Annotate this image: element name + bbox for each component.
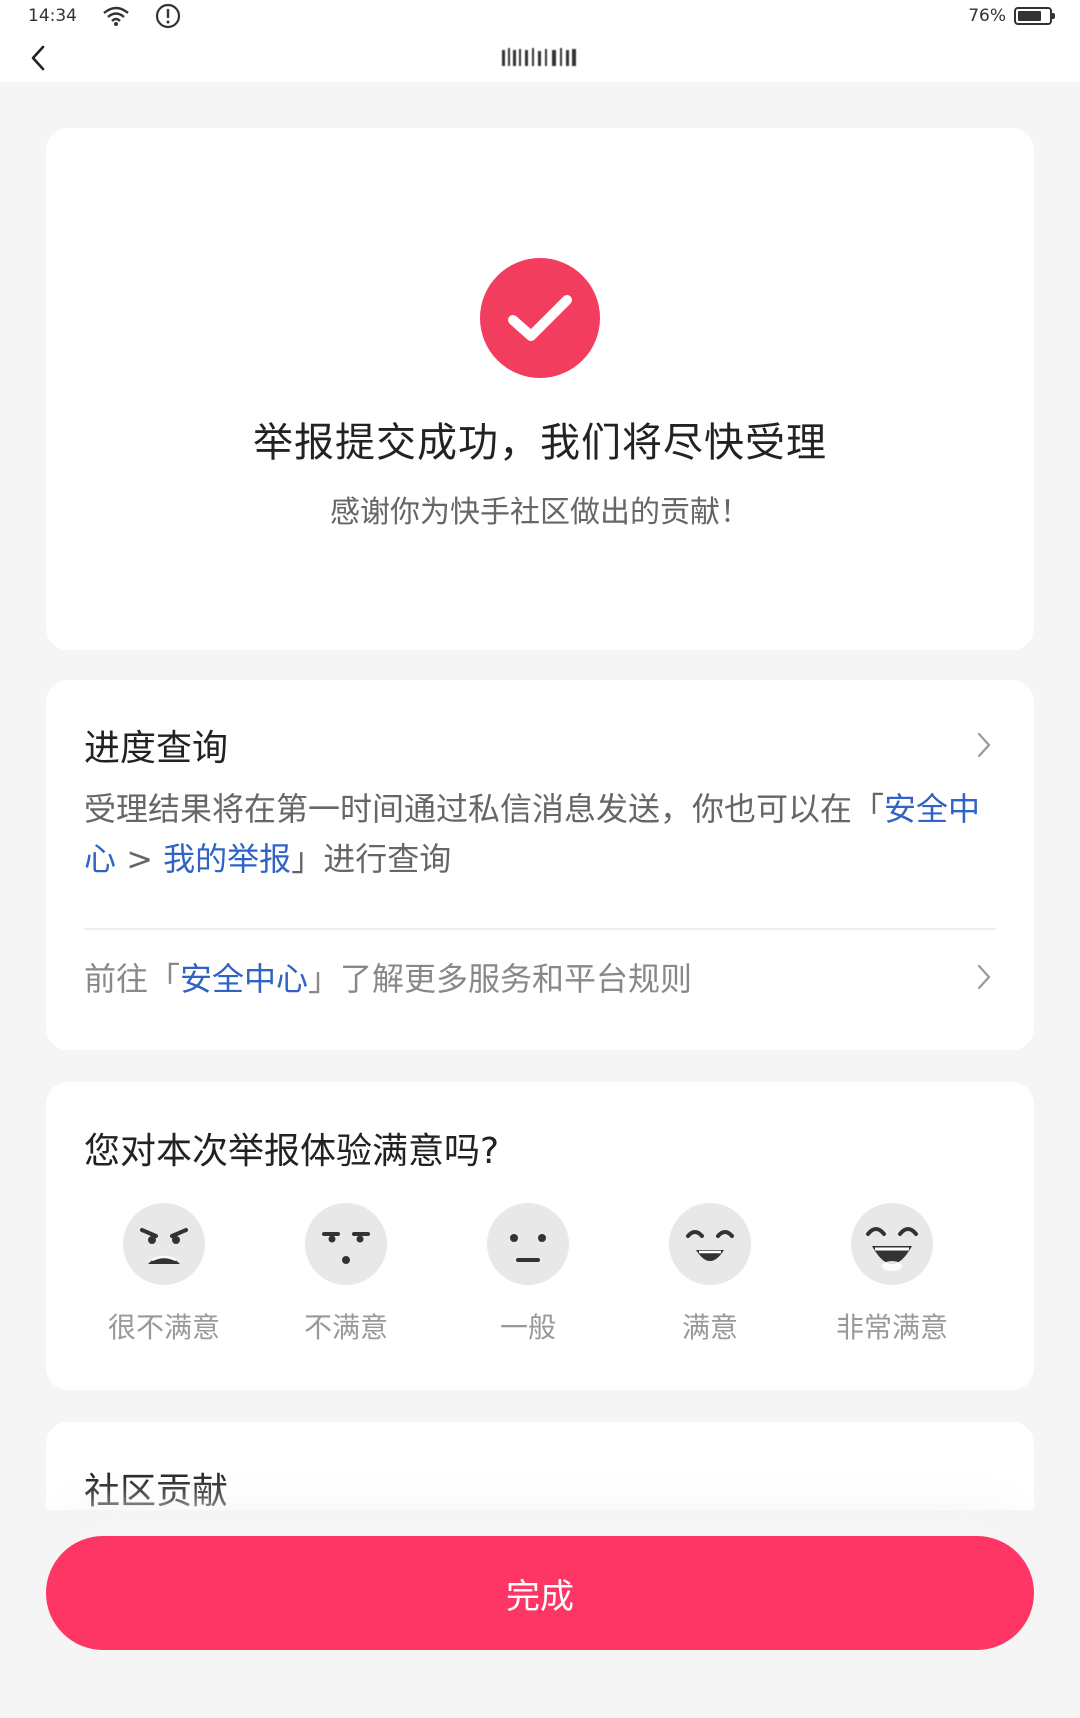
community-title: 社区贡献: [84, 1471, 229, 1512]
very-dissatisfied-face-icon: [123, 1203, 205, 1285]
rating-very-satisfied[interactable]: 非常满意: [812, 1202, 972, 1346]
chevron-right-icon: [972, 957, 996, 997]
rating-label: 一般: [499, 1311, 556, 1344]
my-reports-link[interactable]: 我的举报: [163, 840, 291, 878]
progress-query-row[interactable]: 进度查询: [84, 720, 996, 770]
chevron-right-icon: [972, 725, 996, 765]
satisfaction-title: 您对本次举报体验满意吗?: [84, 1131, 500, 1172]
done-button[interactable]: 完成: [46, 1536, 1034, 1650]
progress-card: 进度查询 受理结果将在第一时间通过私信消息发送，你也可以在「安全中心 > 我的举…: [46, 680, 1034, 1050]
chevron-left-icon: [31, 45, 45, 71]
alert-icon: [155, 3, 181, 29]
check-circle-icon: [480, 258, 600, 378]
goto-security-center-link[interactable]: 安全中心: [180, 954, 308, 1000]
divider: [84, 928, 996, 930]
rating-label: 不满意: [303, 1311, 388, 1344]
dissatisfied-face-icon: [305, 1203, 387, 1285]
satisfaction-options: 很不满意 不满意 一般 满意 非常满意: [84, 1202, 996, 1362]
rating-label: 非常满意: [835, 1311, 948, 1344]
battery-fill: [1018, 11, 1041, 21]
success-subtitle: 感谢你为快手社区做出的贡献！: [330, 495, 750, 530]
success-title: 举报提交成功，我们将尽快受理: [253, 420, 827, 466]
status-time: 14:34: [28, 6, 77, 26]
satisfied-face-icon: [669, 1203, 751, 1285]
goto-prefix: 前往「: [84, 960, 181, 998]
status-bar: 14:34 76%: [0, 0, 1080, 32]
progress-desc-sep: >: [116, 840, 164, 878]
nav-title-blurred: [502, 48, 576, 66]
rating-label: 满意: [681, 1311, 738, 1344]
nav-bar: [0, 32, 1080, 82]
progress-desc-text-end: 」进行查询: [291, 840, 452, 878]
neutral-face-icon: [487, 1203, 569, 1285]
battery-icon: [1014, 7, 1055, 25]
progress-desc-text: 受理结果将在第一时间通过私信消息发送，你也可以在「: [84, 790, 885, 828]
rating-label: 很不满意: [107, 1311, 220, 1344]
back-button[interactable]: [18, 38, 58, 78]
battery-percent: 76%: [968, 6, 1006, 26]
rating-dissatisfied[interactable]: 不满意: [266, 1202, 426, 1346]
satisfaction-card: 您对本次举报体验满意吗? 很不满意 不满意 一般 满意 非常满意: [46, 1082, 1034, 1390]
success-card: 举报提交成功，我们将尽快受理 感谢你为快手社区做出的贡献！: [46, 128, 1034, 650]
very-satisfied-face-icon: [851, 1203, 933, 1285]
goto-suffix: 」了解更多服务和平台规则: [308, 960, 693, 998]
rating-very-dissatisfied[interactable]: 很不满意: [84, 1202, 244, 1346]
rating-satisfied[interactable]: 满意: [630, 1202, 790, 1346]
goto-security-center-row[interactable]: 前往「 安全中心 」了解更多服务和平台规则: [84, 952, 996, 1002]
progress-title: 进度查询: [84, 728, 229, 769]
progress-description: 受理结果将在第一时间通过私信消息发送，你也可以在「安全中心 > 我的举报」进行查…: [84, 784, 996, 884]
wifi-icon: [103, 6, 129, 26]
rating-neutral[interactable]: 一般: [448, 1202, 608, 1346]
